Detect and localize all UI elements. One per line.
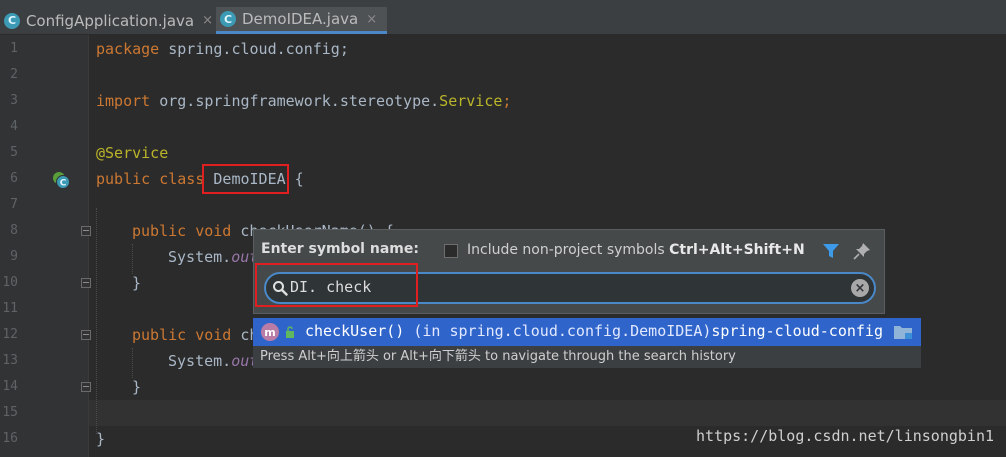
- code-line[interactable]: }: [96, 426, 105, 452]
- filter-icon[interactable]: [822, 242, 840, 260]
- navigation-hint: Press Alt+向上箭头 or Alt+向下箭头 to navigate t…: [253, 346, 921, 368]
- line-number: 15: [2, 405, 18, 420]
- line-number: 16: [2, 431, 18, 446]
- code-line[interactable]: @Service: [96, 140, 168, 166]
- line-number: 8: [10, 223, 18, 238]
- code-line[interactable]: System.out: [168, 348, 258, 374]
- code-text: spring.cloud.config;: [159, 40, 349, 58]
- search-result-item[interactable]: m checkUser() (in spring.cloud.config.De…: [253, 318, 921, 346]
- result-module: spring-cloud-config: [711, 322, 883, 340]
- keyword: public void: [132, 326, 241, 344]
- spring-bean-gutter-icon[interactable]: C: [52, 171, 70, 189]
- code-line[interactable]: public void ch: [132, 322, 258, 348]
- checkbox-shortcut: Ctrl+Alt+Shift+N: [669, 242, 805, 258]
- code-text: System.: [168, 248, 232, 266]
- brace: }: [132, 378, 142, 396]
- tab-demo-idea[interactable]: C DemoIDEA.java ×: [216, 7, 387, 34]
- close-icon[interactable]: ×: [366, 12, 377, 27]
- current-line-highlight: [89, 400, 1006, 426]
- code-line[interactable]: import org.springframework.stereotype.Se…: [96, 88, 511, 114]
- tab-label: ConfigApplication.java: [25, 11, 195, 30]
- keyword: public: [96, 170, 151, 188]
- spring-class-icon: C: [4, 12, 20, 29]
- code-line[interactable]: }: [132, 270, 141, 296]
- search-highlight-box: [255, 263, 418, 307]
- class-name-highlight-box: [202, 164, 289, 194]
- module-folder-icon: [894, 326, 912, 339]
- result-location: (in spring.cloud.config.DemoIDEA): [404, 322, 712, 340]
- editor-tab-bar: C ConfigApplication.java × C DemoIDEA.ja…: [0, 0, 1006, 35]
- checkbox-label-text: Include non-project symbols: [467, 242, 670, 258]
- line-number: 14: [2, 379, 18, 394]
- line-number: 4: [10, 119, 18, 134]
- line-number: 12: [2, 327, 18, 342]
- gutter-separator: [88, 35, 89, 457]
- popup-title: Enter symbol name:: [261, 241, 419, 257]
- line-number: 5: [10, 145, 18, 160]
- line-number: 9: [10, 249, 18, 264]
- line-number: 6: [10, 171, 18, 186]
- code-line[interactable]: System.out: [168, 244, 258, 270]
- class-ref: Service: [439, 92, 503, 110]
- include-non-project-label[interactable]: Include non-project symbols Ctrl+Alt+Shi…: [467, 242, 805, 258]
- keyword: public void: [132, 222, 241, 240]
- class-icon: C: [220, 11, 236, 27]
- public-visibility-icon: [286, 326, 294, 338]
- line-number: 1: [10, 41, 18, 56]
- fold-marker-icon[interactable]: [81, 226, 91, 236]
- svg-text:C: C: [60, 179, 67, 189]
- annotation: @Service: [96, 144, 169, 162]
- line-number: 2: [10, 67, 18, 82]
- result-name: checkUser(): [305, 322, 405, 340]
- result-text: checkUser() (in spring.cloud.config.Demo…: [305, 322, 711, 340]
- include-non-project-checkbox[interactable]: [444, 244, 458, 258]
- code-text: System.: [168, 352, 232, 370]
- tab-config-application[interactable]: C ConfigApplication.java ×: [0, 7, 213, 34]
- code-line[interactable]: }: [132, 374, 141, 400]
- keyword: import: [96, 92, 151, 110]
- fold-marker-icon[interactable]: [81, 330, 91, 340]
- watermark-text: https://blog.csdn.net/linsongbin1: [695, 427, 994, 445]
- method-icon: m: [261, 323, 279, 341]
- line-number: 11: [2, 301, 18, 316]
- line-number: 3: [10, 93, 18, 108]
- pin-icon[interactable]: [853, 242, 871, 260]
- code-line[interactable]: package spring.cloud.config;: [96, 36, 349, 62]
- code-text: org.springframework.stereotype.: [150, 92, 440, 110]
- clear-icon[interactable]: ×: [851, 279, 869, 297]
- fold-marker-icon[interactable]: [81, 278, 91, 288]
- line-number: 7: [10, 197, 18, 212]
- keyword: package: [96, 40, 160, 58]
- fold-marker-icon[interactable]: [81, 382, 91, 392]
- brace: }: [132, 274, 142, 292]
- semicolon: ;: [502, 92, 512, 110]
- indent-guide: [96, 208, 97, 434]
- close-icon[interactable]: ×: [202, 13, 213, 28]
- brace: }: [96, 430, 106, 448]
- tab-label: DemoIDEA.java: [242, 10, 359, 28]
- line-number: 10: [2, 275, 18, 290]
- line-number: 13: [2, 353, 18, 368]
